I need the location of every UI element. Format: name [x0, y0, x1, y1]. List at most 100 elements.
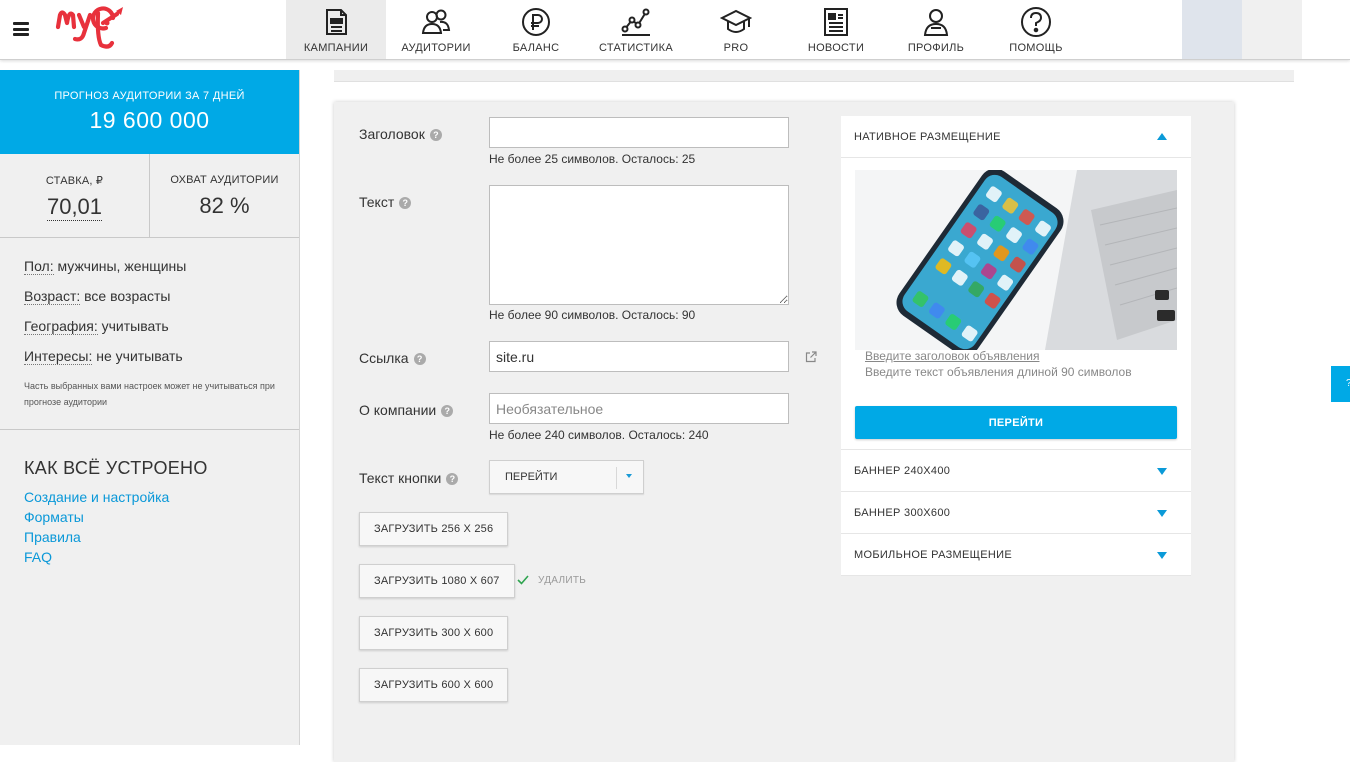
- button-text-selected: ПЕРЕЙТИ: [505, 471, 558, 483]
- mytarget-logo[interactable]: [54, 5, 136, 53]
- title-hint: Не более 25 символов. Осталось: 25: [489, 152, 696, 166]
- title-label: Заголовок: [359, 126, 425, 142]
- upload-256-button[interactable]: ЗАГРУЗИТЬ 256 X 256: [359, 512, 509, 546]
- ad-editor-panel: Заголовок? Не более 25 символов. Осталос…: [334, 102, 1234, 762]
- rate-label: СТАВКА, ₽: [45, 175, 104, 187]
- nav-statistics[interactable]: СТАТИСТИКА: [586, 0, 686, 59]
- nav-label: ПОМОЩЬ: [1009, 42, 1063, 54]
- text-field-label: Текст?: [359, 194, 412, 210]
- accordion-mobile[interactable]: МОБИЛЬНОЕ РАЗМЕЩЕНИЕ: [841, 534, 1191, 576]
- nav-balance[interactable]: БАЛАНС: [486, 0, 586, 59]
- link-formats[interactable]: Форматы: [24, 509, 299, 525]
- ruble-icon: [522, 8, 550, 36]
- nav-pro[interactable]: PRO: [686, 0, 786, 59]
- phone-photo-image: [855, 170, 1177, 350]
- link-input[interactable]: [489, 341, 789, 372]
- audience-forecast: ПРОГНОЗ АУДИТОРИИ ЗА 7 ДНЕЙ 19 600 000: [0, 70, 299, 154]
- title-input[interactable]: [489, 117, 789, 148]
- question-icon: [1021, 7, 1051, 37]
- top-bar: КАМПАНИИ АУДИТОРИИ БАЛАНС СТАТИСТИКА PRO…: [0, 0, 1350, 60]
- nav-label: КАМПАНИИ: [303, 42, 369, 54]
- menu-icon[interactable]: [13, 22, 29, 36]
- native-preview: Введите заголовок объявления Введите тек…: [841, 158, 1191, 450]
- reach-label: ОХВАТ АУДИТОРИИ: [170, 174, 279, 186]
- targeting-value: учитывать: [101, 318, 169, 334]
- about-field-label: О компании?: [359, 402, 454, 418]
- reach-value: 82 %: [199, 193, 250, 218]
- help-icon[interactable]: ?: [446, 473, 459, 485]
- targeting-key[interactable]: Пол:: [24, 258, 54, 275]
- mobile-title: МОБИЛЬНОЕ РАЗМЕЩЕНИЕ: [854, 549, 1012, 561]
- ad-text-preview: Введите текст объявления длиной 90 симво…: [865, 365, 1132, 379]
- link-label: Ссылка: [359, 350, 409, 366]
- link-rules[interactable]: Правила: [24, 529, 299, 545]
- format-preview-accordion: НАТИВНОЕ РАЗМЕЩЕНИЕ Введите заголовок об…: [841, 116, 1191, 576]
- targeting-summary: Пол: мужчины, женщины Возраст: все возра…: [0, 238, 299, 410]
- help-icon[interactable]: ?: [429, 129, 442, 141]
- forecast-label: ПРОГНОЗ АУДИТОРИИ ЗА 7 ДНЕЙ: [54, 90, 245, 102]
- nav-audiences[interactable]: АУДИТОРИИ: [386, 0, 486, 59]
- nav-news[interactable]: НОВОСТИ: [786, 0, 886, 59]
- nav-label: НОВОСТИ: [807, 42, 865, 54]
- chart-line-icon: [621, 8, 650, 36]
- nav-label: СТАТИСТИКА: [599, 42, 673, 54]
- howto-section: КАК ВСЁ УСТРОЕНО Создание и настройка Фо…: [0, 430, 299, 565]
- link-field-label: Ссылка?: [359, 350, 426, 366]
- link-setup[interactable]: Создание и настройка: [24, 489, 299, 505]
- external-link-icon[interactable]: [805, 351, 817, 363]
- chevron-down-icon: [626, 474, 632, 478]
- help-icon[interactable]: ?: [399, 197, 412, 209]
- text-label: Текст: [359, 194, 395, 210]
- about-company-input[interactable]: [489, 393, 789, 424]
- about-label: О компании: [359, 402, 437, 418]
- targeting-key[interactable]: Возраст:: [24, 288, 81, 305]
- upload-600x600-button[interactable]: ЗАГРУЗИТЬ 600 X 600: [359, 668, 509, 702]
- button-text-select[interactable]: ПЕРЕЙТИ: [489, 460, 644, 494]
- chevron-up-icon: [1157, 133, 1167, 140]
- top-placeholder-block: [1242, 0, 1302, 59]
- help-icon[interactable]: ?: [441, 405, 454, 417]
- audiences-icon: [421, 9, 451, 34]
- delete-image-link[interactable]: УДАЛИТЬ: [538, 575, 586, 586]
- targeting-key[interactable]: География:: [24, 318, 98, 335]
- accordion-native[interactable]: НАТИВНОЕ РАЗМЕЩЕНИЕ: [841, 116, 1191, 158]
- forecast-note: Часть выбранных вами настроек может не у…: [24, 381, 275, 407]
- nav-campaigns[interactable]: КАМПАНИИ: [286, 0, 386, 59]
- native-title: НАТИВНОЕ РАЗМЕЩЕНИЕ: [854, 131, 1001, 143]
- user-icon: [923, 9, 949, 36]
- button-text-label: Текст кнопки: [359, 470, 442, 486]
- top-strip: [334, 70, 1294, 82]
- help-icon[interactable]: ?: [413, 353, 426, 365]
- ad-title-preview[interactable]: Введите заголовок объявления: [865, 349, 1040, 363]
- about-hint: Не более 240 символов. Осталось: 240: [489, 428, 709, 442]
- button-text-field-label: Текст кнопки?: [359, 470, 459, 486]
- nav-label: PRO: [723, 42, 749, 54]
- sidebar: ПРОГНОЗ АУДИТОРИИ ЗА 7 ДНЕЙ 19 600 000 С…: [0, 70, 300, 745]
- targeting-value: все возрасты: [84, 288, 171, 304]
- help-side-tab[interactable]: ?: [1331, 366, 1350, 402]
- rate-value[interactable]: 70,01: [46, 194, 103, 221]
- chevron-down-icon: [1157, 468, 1167, 475]
- targeting-value: мужчины, женщины: [57, 258, 187, 274]
- banner-300-title: БАННЕР 300X600: [854, 507, 951, 519]
- targeting-value: не учитывать: [96, 348, 183, 364]
- text-textarea[interactable]: [489, 185, 789, 305]
- rate-metric: СТАВКА, ₽ 70,01: [0, 154, 149, 237]
- select-separator: [616, 467, 617, 489]
- targeting-geo: География: учитывать: [24, 318, 299, 335]
- newspaper-icon: [824, 8, 848, 36]
- targeting-interests: Интересы: не учитывать: [24, 348, 299, 365]
- nav-profile[interactable]: ПРОФИЛЬ: [886, 0, 986, 59]
- accordion-banner-240[interactable]: БАННЕР 240X400: [841, 450, 1191, 492]
- upload-1080-button[interactable]: ЗАГРУЗИТЬ 1080 X 607: [359, 564, 515, 598]
- howto-title: КАК ВСЁ УСТРОЕНО: [24, 458, 208, 478]
- metrics-row: СТАВКА, ₽ 70,01 ОХВАТ АУДИТОРИИ 82 %: [0, 154, 299, 238]
- ad-cta-button[interactable]: ПЕРЕЙТИ: [855, 406, 1177, 439]
- main-nav: КАМПАНИИ АУДИТОРИИ БАЛАНС СТАТИСТИКА PRO…: [286, 0, 1086, 59]
- upload-300x600-button[interactable]: ЗАГРУЗИТЬ 300 X 600: [359, 616, 509, 650]
- accordion-banner-300[interactable]: БАННЕР 300X600: [841, 492, 1191, 534]
- targeting-key[interactable]: Интересы:: [24, 348, 93, 365]
- link-faq[interactable]: FAQ: [24, 549, 299, 565]
- ad-image: [855, 170, 1177, 350]
- nav-help[interactable]: ПОМОЩЬ: [986, 0, 1086, 59]
